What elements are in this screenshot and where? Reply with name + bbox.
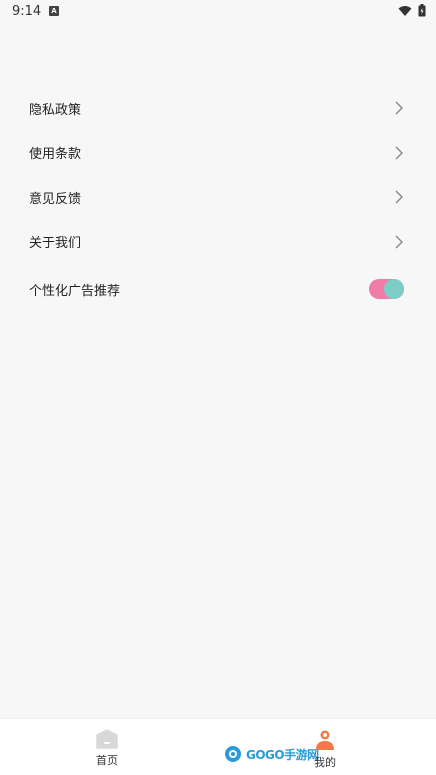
user-icon <box>316 730 334 750</box>
gogo-logo-icon <box>225 746 241 762</box>
menu-item-feedback[interactable]: 意见反馈 <box>0 175 436 220</box>
watermark-logo: GOGO手游网 <box>224 745 319 763</box>
chevron-right-icon <box>395 101 403 115</box>
menu-item-terms-of-use[interactable]: 使用条款 <box>0 131 436 176</box>
tab-home[interactable]: 首页 <box>96 729 118 768</box>
menu-item-privacy-policy[interactable]: 隐私政策 <box>0 86 436 131</box>
notification-app-icon: A <box>49 6 59 16</box>
home-icon <box>96 729 118 749</box>
status-bar: 9:14 A <box>0 0 436 22</box>
chevron-right-icon <box>395 146 403 160</box>
toggle-knob <box>384 279 404 299</box>
settings-menu: 隐私政策 使用条款 意见反馈 关于我们 个性化广告推荐 <box>0 86 436 314</box>
menu-item-label: 意见反馈 <box>29 191 82 207</box>
wifi-icon <box>398 5 412 16</box>
bottom-tab-bar: 首页 GOGO手游网 我的 <box>0 718 436 775</box>
menu-item-label: 使用条款 <box>29 147 82 163</box>
chevron-right-icon <box>395 235 403 249</box>
battery-icon <box>418 4 426 17</box>
tab-mine[interactable]: 我的 <box>314 729 336 770</box>
menu-item-personalized-ads: 个性化广告推荐 <box>0 264 436 314</box>
status-time: 9:14 <box>12 4 42 19</box>
watermark-text: GOGO手游网 <box>246 747 319 762</box>
menu-item-label: 个性化广告推荐 <box>29 283 121 299</box>
personalized-ads-toggle[interactable] <box>369 279 404 299</box>
menu-item-label: 隐私政策 <box>29 102 82 118</box>
menu-item-about-us[interactable]: 关于我们 <box>0 220 436 265</box>
tab-home-label: 首页 <box>96 754 118 767</box>
chevron-right-icon <box>395 190 403 204</box>
menu-item-label: 关于我们 <box>29 236 82 252</box>
tab-mine-label: 我的 <box>314 756 336 769</box>
status-indicators <box>398 4 426 17</box>
